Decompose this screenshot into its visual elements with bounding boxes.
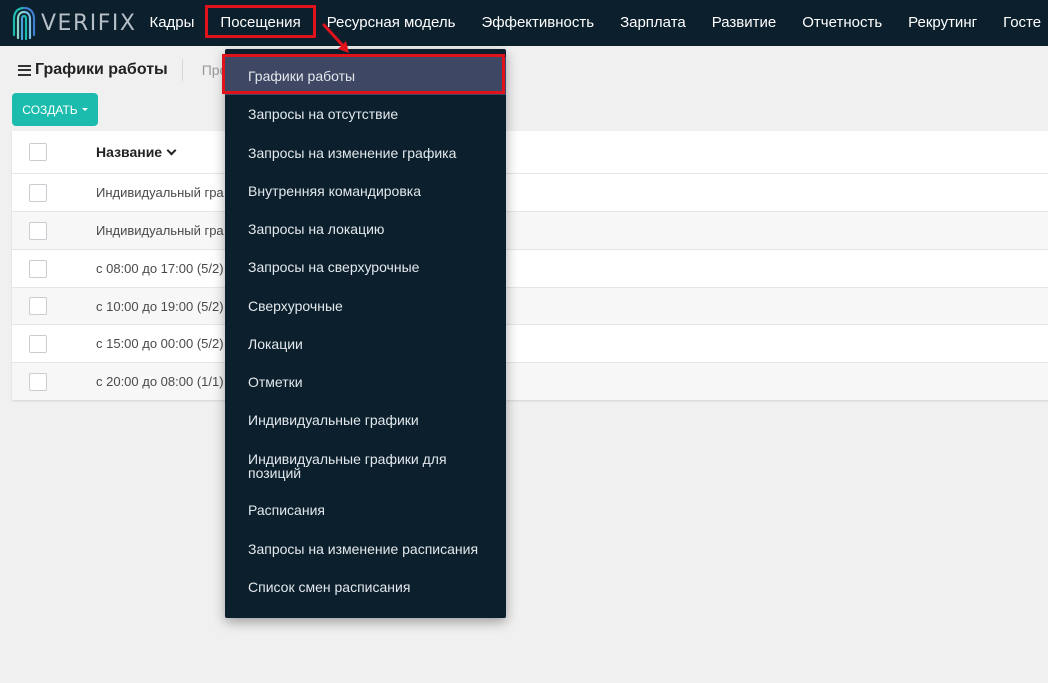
menu-item-individual-schedules[interactable]: Индивидуальные графики	[225, 401, 506, 439]
table-row[interactable]: с 10:00 до 19:00 (5/2)	[12, 288, 1048, 325]
menu-item-overtime[interactable]: Сверхурочные	[225, 287, 506, 325]
row-checkbox[interactable]	[29, 259, 47, 278]
table-row[interactable]: с 08:00 до 17:00 (5/2)	[12, 250, 1048, 288]
nav-item-goste[interactable]: Госте	[990, 0, 1048, 46]
table-row[interactable]: с 15:00 до 00:00 (5/2)	[12, 325, 1048, 363]
menu-item-locations[interactable]: Локации	[225, 325, 506, 363]
brand-logo[interactable]: VERIFIX	[11, 5, 136, 41]
row-title[interactable]: с 15:00 до 00:00 (5/2)	[96, 336, 224, 351]
menu-item-marks[interactable]: Отметки	[225, 363, 506, 401]
header-divider	[181, 59, 183, 81]
select-all-checkbox[interactable]	[29, 143, 47, 161]
nav-item-effektivnost[interactable]: Эффективность	[468, 0, 607, 46]
table-header-row: Название	[12, 131, 1048, 174]
nav-item-zarplata[interactable]: Зарплата	[607, 0, 699, 46]
menu-item-schedule-change-requests[interactable]: Запросы на изменение графика	[225, 134, 506, 172]
table-row[interactable]: с 20:00 до 08:00 (1/1)	[12, 363, 1048, 400]
row-checkbox[interactable]	[29, 183, 47, 202]
row-title[interactable]: с 08:00 до 17:00 (5/2)	[96, 261, 224, 276]
row-checkbox[interactable]	[29, 221, 47, 240]
menu-item-timetable-change-requests[interactable]: Запросы на изменение расписания	[225, 530, 506, 568]
create-button-label: СОЗДАТЬ	[22, 102, 78, 117]
table-row[interactable]: Индивидуальный гра	[12, 212, 1048, 250]
menu-item-overtime-requests[interactable]: Запросы на сверхурочные	[225, 248, 506, 286]
menu-item-location-requests[interactable]: Запросы на локацию	[225, 210, 506, 248]
attendance-dropdown-menu: Графики работы Запросы на отсутствие Зап…	[222, 49, 506, 618]
row-title[interactable]: Индивидуальный гра	[96, 223, 224, 238]
row-checkbox[interactable]	[29, 297, 47, 315]
row-title[interactable]: с 20:00 до 08:00 (1/1)	[96, 374, 224, 389]
main-nav: Кадры Посещения Ресурсная модель Эффекти…	[136, 0, 1048, 46]
page-title: Графики работы	[35, 61, 168, 78]
menu-item-internal-trip[interactable]: Внутренняя командировка	[225, 172, 506, 210]
column-header-label: Название	[96, 144, 163, 160]
menu-item-individual-schedules-positions[interactable]: Индивидуальные графики для позиций	[225, 452, 506, 480]
menu-item-work-schedules[interactable]: Графики работы	[222, 54, 506, 95]
caret-down-icon	[81, 108, 88, 111]
table-row[interactable]: Индивидуальный гра	[12, 174, 1048, 212]
brand-name: VERIFIX	[41, 10, 137, 36]
nav-item-razvitie[interactable]: Развитие	[699, 0, 790, 46]
create-button[interactable]: СОЗДАТЬ	[12, 93, 98, 126]
menu-icon[interactable]	[18, 64, 31, 76]
column-header-name[interactable]: Название	[96, 144, 177, 160]
row-title[interactable]: Индивидуальный гра	[96, 185, 224, 200]
nav-item-kadry[interactable]: Кадры	[136, 0, 207, 46]
chevron-down-icon	[166, 145, 177, 155]
row-checkbox[interactable]	[29, 334, 47, 353]
row-checkbox[interactable]	[29, 372, 47, 391]
row-title[interactable]: с 10:00 до 19:00 (5/2)	[96, 299, 224, 314]
menu-item-shift-list[interactable]: Список смен расписания	[225, 568, 506, 606]
schedules-table: Название Индивидуальный гра Индивидуальн…	[12, 131, 1048, 400]
menu-item-timetables[interactable]: Расписания	[225, 491, 506, 529]
fingerprint-icon	[12, 6, 36, 41]
nav-item-rekruting[interactable]: Рекрутинг	[895, 0, 990, 46]
annotation-arrow-icon	[322, 23, 349, 53]
top-navbar: VERIFIX Кадры Посещения Ресурсная модель…	[0, 0, 1048, 46]
nav-item-poseshcheniya[interactable]: Посещения	[205, 0, 316, 46]
page-header: Графики работы Про	[0, 48, 1048, 92]
nav-item-otchetnost[interactable]: Отчетность	[789, 0, 895, 46]
menu-item-absence-requests[interactable]: Запросы на отсутствие	[225, 95, 506, 133]
